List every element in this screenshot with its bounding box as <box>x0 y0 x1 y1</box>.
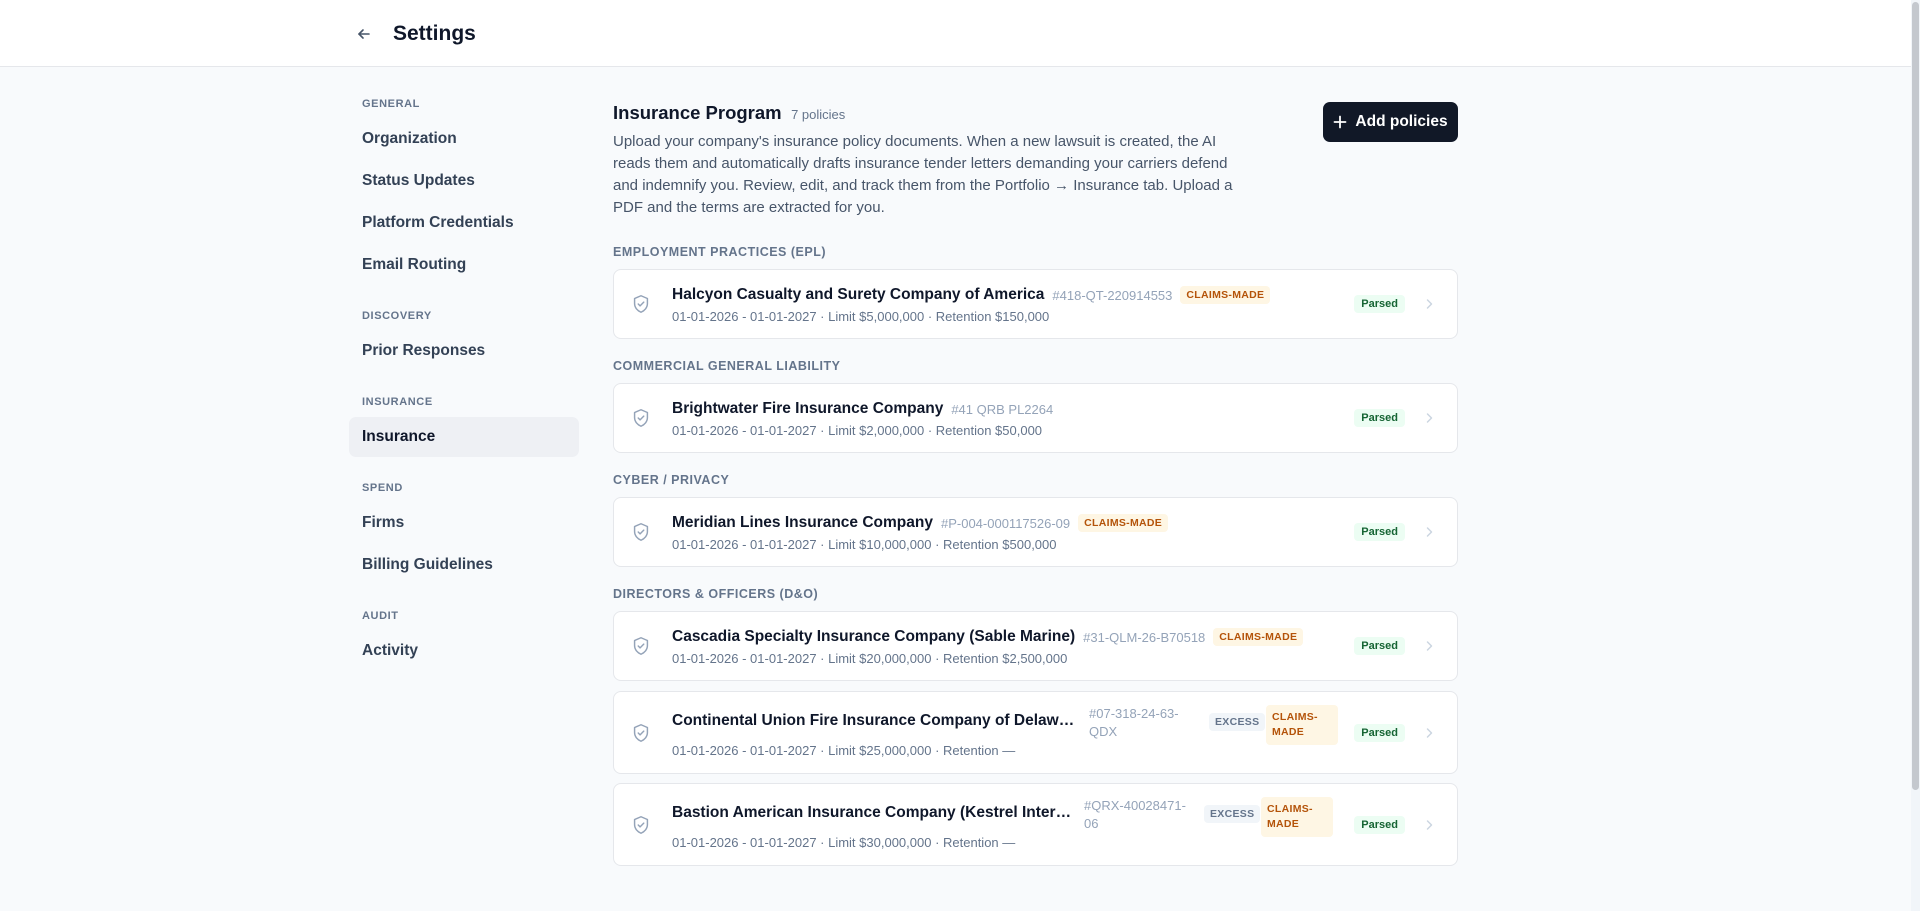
policy-number-line: QDX <box>1089 724 1118 739</box>
page-title: Settings <box>393 22 476 45</box>
policy-carrier-name: Meridian Lines Insurance Company <box>672 514 933 531</box>
claims-made-line: CLAIMS- <box>1267 803 1313 815</box>
policy-carrier-name: Brightwater Fire Insurance Company <box>672 400 944 417</box>
shield-check-icon <box>633 295 649 313</box>
add-policies-label: Add policies <box>1355 113 1448 130</box>
policy-meta: 01-01-2026 - 01-01-2027 · Limit $5,000,0… <box>672 309 1050 324</box>
excess-badge: EXCESS <box>1204 805 1261 823</box>
status-badge: Parsed <box>1354 523 1405 541</box>
policy-card[interactable]: Halcyon Casualty and Surety Company of A… <box>613 269 1458 339</box>
policy-number: #QRX-40028471- 06 <box>1084 797 1186 833</box>
panel-description: Upload your company's insurance policy d… <box>613 133 1233 216</box>
policy-card[interactable]: Meridian Lines Insurance Company #P-004-… <box>613 497 1458 567</box>
sidebar-item-status-updates[interactable]: Status Updates <box>349 161 579 201</box>
chevron-right-icon <box>1426 527 1433 537</box>
claims-made-badge: CLAIMS-MADE <box>1180 286 1271 304</box>
policy-card[interactable]: Brightwater Fire Insurance Company #41 Q… <box>613 383 1458 453</box>
sidebar-item-email-routing[interactable]: Email Routing <box>349 245 579 285</box>
status-badge: Parsed <box>1354 723 1405 742</box>
sidebar-item-activity[interactable]: Activity <box>349 631 579 671</box>
policy-carrier-name: Halcyon Casualty and Surety Company of A… <box>672 286 1045 303</box>
policy-count: 7 policies <box>791 107 846 122</box>
status-badge: Parsed <box>1354 409 1405 427</box>
sidebar-item-prior-responses[interactable]: Prior Responses <box>349 331 579 371</box>
nav-group-label: SPEND <box>362 482 403 494</box>
claims-made-badge: CLAIMS-MADE <box>1213 628 1304 646</box>
sidebar-item-platform-credentials[interactable]: Platform Credentials <box>349 203 579 243</box>
status-badge: Parsed <box>1354 815 1405 834</box>
add-policies-button[interactable]: Add policies <box>1323 102 1458 142</box>
status-badge: Parsed <box>1354 637 1405 655</box>
policy-number: #41 QRB PL2264 <box>951 401 1054 417</box>
sidebar-item-billing-guidelines[interactable]: Billing Guidelines <box>349 545 579 585</box>
sidebar-item-firms[interactable]: Firms <box>349 503 579 543</box>
nav-group-label: GENERAL <box>362 98 420 110</box>
sidebar-item-organization[interactable]: Organization <box>349 119 579 159</box>
shield-check-icon <box>633 523 649 541</box>
chevron-right-icon <box>1426 727 1433 738</box>
claims-made-badge: CLAIMS- MADE <box>1261 797 1333 837</box>
policy-meta: 01-01-2026 - 01-01-2027 · Limit $2,000,0… <box>672 423 1043 438</box>
shield-check-icon <box>633 723 649 742</box>
panel-title: Insurance Program <box>613 102 782 123</box>
scrollbar-thumb[interactable] <box>1912 2 1919 790</box>
claims-made-badge: CLAIMS- MADE <box>1266 705 1338 745</box>
chevron-right-icon <box>1426 299 1433 309</box>
section-label-epl: EMPLOYMENT PRACTICES (EPL) <box>613 245 827 259</box>
nav-group-label: INSURANCE <box>362 396 433 408</box>
nav-group-label: AUDIT <box>362 610 399 622</box>
nav-group-label: DISCOVERY <box>362 310 432 322</box>
policy-meta: 01-01-2026 - 01-01-2027 · Limit $10,000,… <box>672 537 1057 552</box>
policy-card[interactable]: Bastion American Insurance Company (Kest… <box>613 783 1458 866</box>
policy-meta: 01-01-2026 - 01-01-2027 · Limit $20,000,… <box>672 651 1068 666</box>
arrow-left-icon <box>358 29 370 39</box>
top-bar: Settings <box>0 0 1911 67</box>
shield-check-icon <box>633 815 649 834</box>
policy-card[interactable]: Cascadia Specialty Insurance Company (Sa… <box>613 611 1458 681</box>
claims-made-line: MADE <box>1272 726 1305 738</box>
excess-badge: EXCESS <box>1209 713 1266 731</box>
scrollbar[interactable] <box>1911 0 1920 911</box>
policy-meta: 01-01-2026 - 01-01-2027 · Limit $30,000,… <box>672 835 1016 850</box>
policy-number: #07-318-24-63- QDX <box>1089 705 1179 741</box>
chevron-right-icon <box>1426 413 1433 423</box>
shield-check-icon <box>633 409 649 427</box>
policy-carrier-name: Continental Union Fire Insurance Company… <box>672 712 1082 729</box>
policy-number-line: #07-318-24-63- <box>1089 706 1179 721</box>
insurance-program-panel: Insurance Program 7 policies Upload your… <box>613 102 1458 875</box>
shield-check-icon <box>633 637 649 655</box>
sidebar-item-insurance[interactable]: Insurance <box>349 417 579 457</box>
status-badge: Parsed <box>1354 295 1405 313</box>
policy-number-line: 06 <box>1084 816 1099 831</box>
policy-number: #418-QT-220914553 <box>1052 287 1173 303</box>
plus-icon <box>1334 115 1347 129</box>
section-label-cgl: COMMERCIAL GENERAL LIABILITY <box>613 359 841 373</box>
policy-meta: 01-01-2026 - 01-01-2027 · Limit $25,000,… <box>672 743 1016 758</box>
policy-carrier-name: Bastion American Insurance Company (Kest… <box>672 804 1072 821</box>
policy-carrier-name: Cascadia Specialty Insurance Company (Sa… <box>672 628 1076 645</box>
claims-made-line: MADE <box>1267 818 1300 830</box>
chevron-right-icon <box>1426 819 1433 830</box>
section-label-do: DIRECTORS & OFFICERS (D&O) <box>613 587 819 601</box>
section-label-cyber: CYBER / PRIVACY <box>613 473 730 487</box>
chevron-right-icon <box>1426 641 1433 651</box>
back-button[interactable] <box>350 20 378 48</box>
claims-made-badge: CLAIMS-MADE <box>1078 514 1169 532</box>
policy-number: #P-004-000117526-09 <box>940 515 1071 531</box>
claims-made-line: CLAIMS- <box>1272 711 1318 723</box>
policy-number: #31-QLM-26-B70518 <box>1083 629 1206 645</box>
policy-card[interactable]: Continental Union Fire Insurance Company… <box>613 691 1458 774</box>
policy-number-line: #QRX-40028471- <box>1084 798 1186 813</box>
settings-sidebar: GENERAL Organization Status Updates Plat… <box>349 93 579 671</box>
panel-header: Insurance Program 7 policies Upload your… <box>613 102 1458 222</box>
